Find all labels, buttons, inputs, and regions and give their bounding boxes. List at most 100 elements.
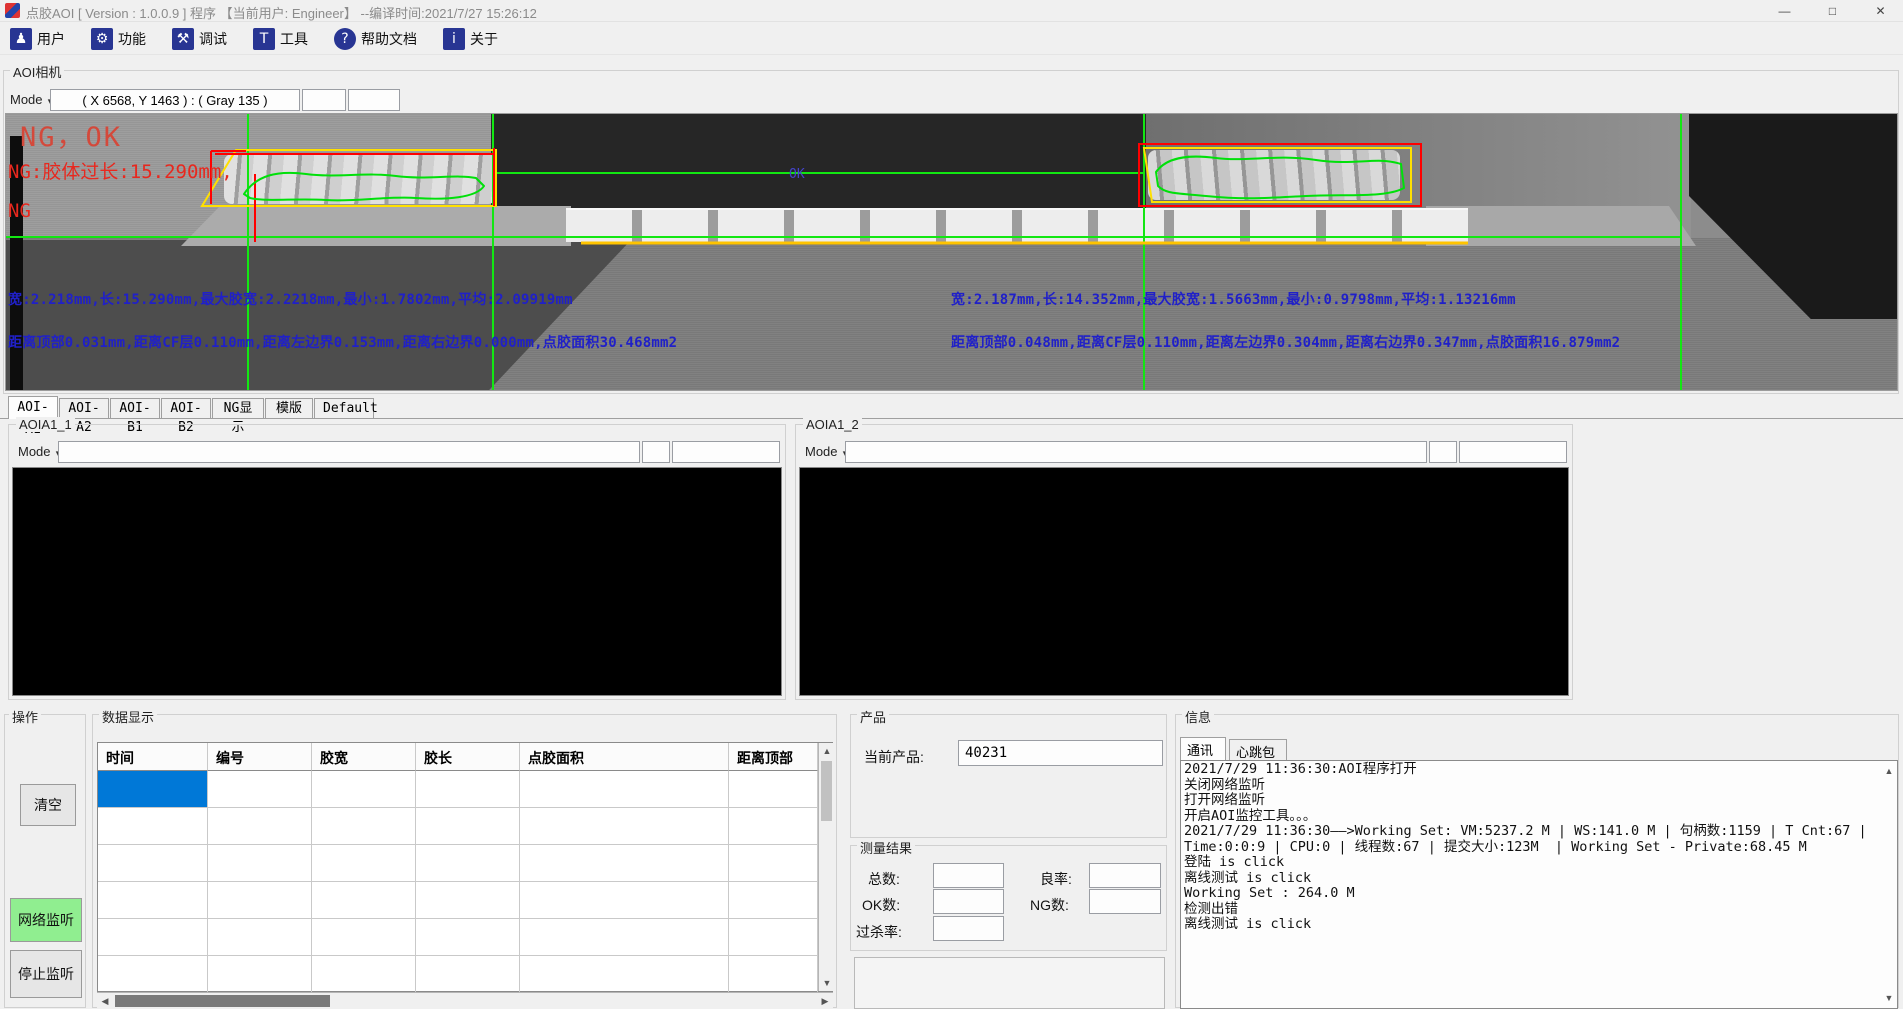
toolbar-label: 用户 (37, 29, 65, 49)
table-cell[interactable] (98, 808, 208, 845)
table-cell[interactable] (208, 919, 312, 956)
table-cell[interactable] (312, 882, 416, 919)
camera-field-extra[interactable] (348, 89, 400, 111)
table-cell[interactable] (416, 845, 520, 882)
column-header-id[interactable]: 编号 (208, 743, 312, 771)
tab-ng-display[interactable]: NG显示 (212, 398, 264, 418)
toolbar-item-user[interactable]: ♟ 用户 (10, 28, 65, 50)
tab-heartbeat[interactable]: 心跳包 (1229, 739, 1287, 760)
camera-coords-field[interactable]: ( X 6568, Y 1463 ) : ( Gray 135 ) (50, 89, 300, 111)
table-vertical-scrollbar[interactable]: ▲ ▼ (818, 743, 833, 991)
tab-aoi-b1[interactable]: AOI-B1 (110, 398, 160, 418)
table-cell[interactable] (312, 919, 416, 956)
table-cell[interactable] (520, 808, 729, 845)
comm-log[interactable]: 2021/7/29 11:36:30:AOI程序打开 关闭网络监听 打开网络监听… (1180, 760, 1898, 1009)
scroll-left-icon[interactable]: ◀ (97, 993, 113, 1009)
table-cell[interactable] (416, 882, 520, 919)
toolbar-item-debug[interactable]: ⚒ 调试 (172, 28, 227, 50)
log-scroll-up-icon[interactable]: ▲ (1881, 763, 1897, 779)
yield-value-field[interactable] (1089, 863, 1161, 888)
panel2-image (799, 467, 1569, 696)
table-cell[interactable] (312, 808, 416, 845)
table-cell[interactable] (729, 771, 818, 808)
panel1-field-small[interactable] (642, 441, 670, 463)
tools-icon: T (253, 28, 275, 50)
green-contour-right (1156, 157, 1404, 199)
table-cell-selected[interactable] (98, 771, 208, 808)
panel2-mode-dropdown[interactable]: Mode ▼ (805, 444, 849, 459)
ng-count-field[interactable] (1089, 889, 1161, 914)
toolbar-item-about[interactable]: i 关于 (443, 28, 498, 50)
table-cell[interactable] (416, 808, 520, 845)
scroll-right-icon[interactable]: ▶ (817, 993, 833, 1009)
log-scroll-down-icon[interactable]: ▼ (1881, 990, 1897, 1006)
tab-aoi-b2[interactable]: AOI-B2 (161, 398, 211, 418)
product-group-label: 产品 (857, 707, 889, 726)
table-cell[interactable] (520, 956, 729, 993)
table-cell[interactable] (416, 919, 520, 956)
stop-listen-button[interactable]: 停止监听 (10, 950, 82, 998)
panel1-mode-dropdown[interactable]: Mode ▼ (18, 444, 62, 459)
column-header-distance-top[interactable]: 距离顶部 (729, 743, 818, 771)
table-cell[interactable] (416, 771, 520, 808)
panel1-field-1[interactable] (58, 441, 640, 463)
column-header-glue-length[interactable]: 胶长 (416, 743, 520, 771)
current-product-input[interactable]: 40231 (958, 740, 1163, 766)
table-cell[interactable] (98, 882, 208, 919)
ng-count-label: NG数: (1030, 895, 1069, 915)
scrollbar-thumb[interactable] (115, 995, 330, 1007)
debug-icon: ⚒ (172, 28, 194, 50)
overkill-field[interactable] (933, 916, 1004, 941)
table-cell[interactable] (98, 919, 208, 956)
table-cell[interactable] (729, 845, 818, 882)
column-header-glue-width[interactable]: 胶宽 (312, 743, 416, 771)
tab-aoi-a2[interactable]: AOI-A2 (59, 398, 109, 418)
table-cell[interactable] (520, 919, 729, 956)
tab-comm[interactable]: 通讯 (1180, 737, 1226, 760)
toolbar-item-tools[interactable]: T 工具 (253, 28, 308, 50)
maximize-button[interactable]: □ (1810, 0, 1855, 22)
table-cell[interactable] (208, 845, 312, 882)
table-cell[interactable] (312, 771, 416, 808)
table-cell[interactable] (312, 845, 416, 882)
table-cell[interactable] (729, 919, 818, 956)
tab-aoi-a1[interactable]: AOI-A1 (8, 396, 58, 419)
camera-image[interactable]: NG，OK NG:胶体过长:15.290mm, NG OK 宽:2.218mm,… (5, 113, 1898, 391)
table-cell[interactable] (208, 771, 312, 808)
panel2-field-small[interactable] (1429, 441, 1457, 463)
table-cell[interactable] (729, 956, 818, 993)
table-cell[interactable] (98, 845, 208, 882)
toolbar-item-help[interactable]: ? 帮助文档 (334, 28, 417, 50)
table-horizontal-scrollbar[interactable]: ◀ ▶ (97, 992, 833, 1008)
close-button[interactable]: ✕ (1858, 0, 1903, 22)
scroll-up-icon[interactable]: ▲ (819, 743, 835, 759)
table-cell[interactable] (416, 956, 520, 993)
tab-template[interactable]: 模版 (265, 398, 313, 418)
column-header-time[interactable]: 时间 (98, 743, 208, 771)
table-cell[interactable] (312, 956, 416, 993)
table-cell[interactable] (98, 956, 208, 993)
camera-mode-dropdown[interactable]: Mode ▼ (10, 92, 54, 107)
panel1-field-2[interactable] (672, 441, 780, 463)
scroll-down-icon[interactable]: ▼ (819, 975, 835, 991)
table-cell[interactable] (729, 808, 818, 845)
table-cell[interactable] (208, 808, 312, 845)
network-listen-button[interactable]: 网络监听 (10, 898, 82, 942)
panel2-field-1[interactable] (845, 441, 1427, 463)
table-cell[interactable] (520, 882, 729, 919)
table-cell[interactable] (208, 956, 312, 993)
tab-default[interactable]: Default (314, 398, 374, 418)
toolbar-item-function[interactable]: ⚙ 功能 (91, 28, 146, 50)
total-value-field[interactable] (933, 863, 1004, 888)
table-cell[interactable] (520, 845, 729, 882)
minimize-button[interactable]: — (1762, 0, 1807, 22)
panel2-field-2[interactable] (1459, 441, 1567, 463)
clear-button[interactable]: 清空 (20, 784, 76, 826)
ok-count-field[interactable] (933, 889, 1004, 914)
scrollbar-thumb[interactable] (821, 761, 832, 821)
camera-field-small[interactable] (302, 89, 346, 111)
table-cell[interactable] (208, 882, 312, 919)
table-cell[interactable] (729, 882, 818, 919)
table-cell[interactable] (520, 771, 729, 808)
column-header-glue-area[interactable]: 点胶面积 (520, 743, 729, 771)
